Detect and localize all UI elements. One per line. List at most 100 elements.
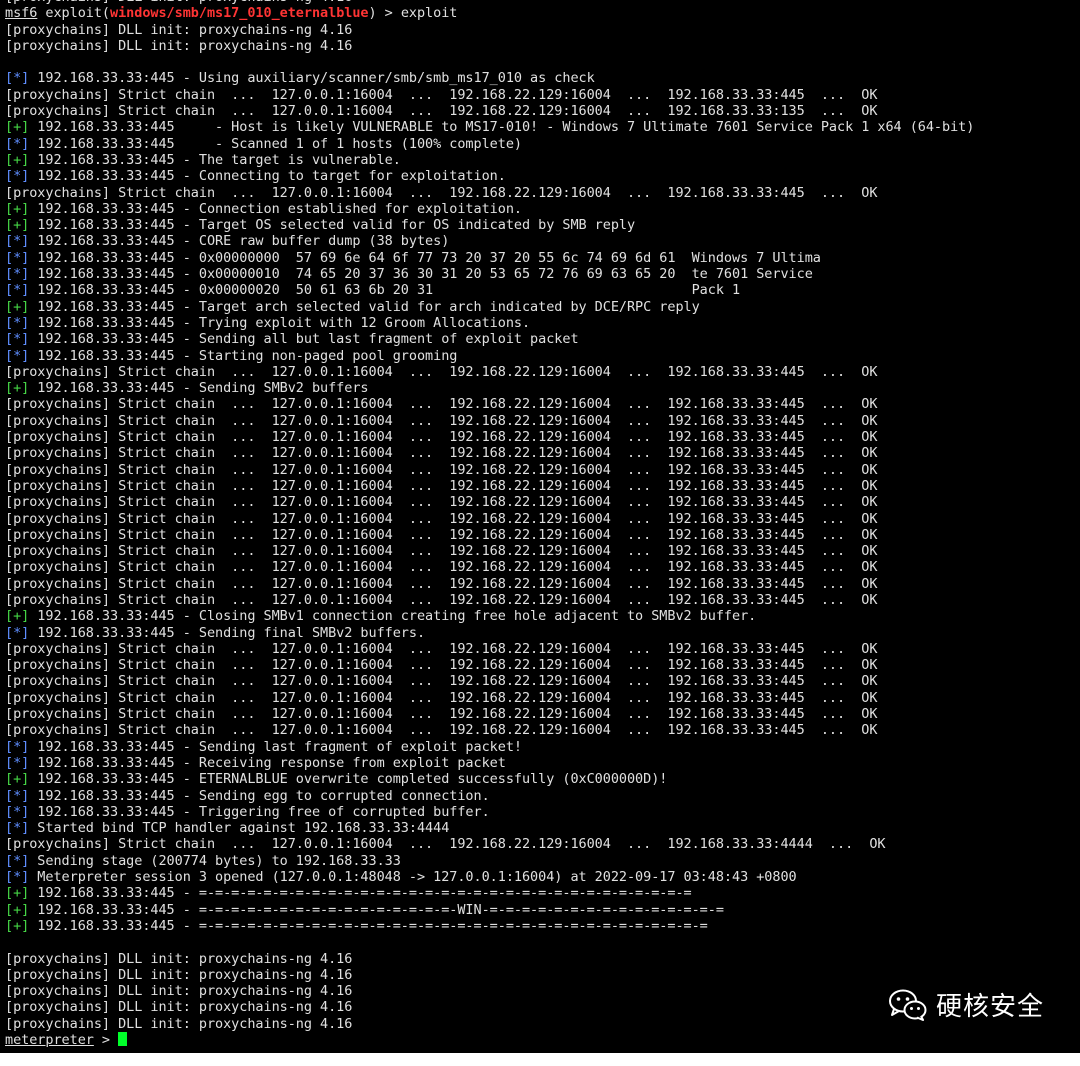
line-text: 192.168.33.33:445 - Connecting to target… — [29, 168, 506, 185]
line-text: 192.168.33.33:445 - Sending egg to corru… — [29, 787, 490, 804]
text-cursor[interactable] — [118, 1032, 128, 1046]
terminal-line: [proxychains] DLL init: proxychains-ng 4… — [5, 967, 1080, 983]
line-text: 192.168.33.33:445 - Sending last fragmen… — [29, 738, 522, 755]
watermark-text: 硬核安全 — [935, 992, 1044, 1022]
status-info-marker: [*] — [5, 820, 30, 837]
line-text: 192.168.33.33:445 - The target is vulner… — [29, 151, 401, 168]
line-text: 192.168.33.33:445 - Trying exploit with … — [29, 314, 531, 331]
status-info-marker: [*] — [5, 347, 30, 364]
terminal-line: [*] 192.168.33.33:445 - Trying exploit w… — [5, 315, 1080, 331]
status-info-marker: [*] — [5, 852, 30, 869]
status-good-marker: [+] — [5, 298, 30, 315]
line-text: Started bind TCP handler against 192.168… — [29, 820, 450, 837]
line-text: [proxychains] DLL init: proxychains-ng 4… — [5, 0, 352, 5]
terminal-line: [proxychains] Strict chain ... 127.0.0.1… — [5, 706, 1080, 722]
terminal-line: [proxychains] DLL init: proxychains-ng 4… — [5, 951, 1080, 967]
line-text: 192.168.33.33:445 - =-=-=-=-=-=-=-=-=-=-… — [29, 901, 724, 918]
terminal-line: [proxychains] Strict chain ... 127.0.0.1… — [5, 445, 1080, 461]
prompt-symbol: > — [93, 1032, 119, 1048]
status-good-marker: [+] — [5, 200, 30, 217]
terminal-line: [proxychains] Strict chain ... 127.0.0.1… — [5, 103, 1080, 119]
line-text: [proxychains] Strict chain ... 127.0.0.1… — [5, 543, 878, 560]
terminal-line: [*] Meterpreter session 3 opened (127.0.… — [5, 869, 1080, 885]
line-text: 192.168.33.33:445 - Sending final SMBv2 … — [29, 624, 426, 641]
line-text: 192.168.33.33:445 - ETERNALBLUE overwrit… — [29, 771, 668, 788]
line-text: [proxychains] Strict chain ... 127.0.0.1… — [5, 706, 878, 723]
terminal-line: [proxychains] Strict chain ... 127.0.0.1… — [5, 722, 1080, 738]
line-text: Sending stage (200774 bytes) to 192.168.… — [29, 852, 401, 869]
line-text: [proxychains] DLL init: proxychains-ng 4… — [5, 21, 353, 38]
line-text: [proxychains] Strict chain ... 127.0.0.1… — [5, 396, 878, 413]
terminal-line: [proxychains] Strict chain ... 127.0.0.1… — [5, 396, 1080, 412]
terminal-line: [proxychains] Strict chain ... 127.0.0.1… — [5, 527, 1080, 543]
status-info-marker: [*] — [5, 233, 30, 250]
prompt-line[interactable]: meterpreter > — [5, 1032, 1080, 1048]
status-good-marker: [+] — [5, 217, 30, 234]
terminal-line: [proxychains] Strict chain ... 127.0.0.1… — [5, 364, 1080, 380]
line-text: 192.168.33.33:445 - 0x00000010 74 65 20 … — [29, 266, 813, 283]
status-good-marker: [+] — [5, 885, 30, 902]
status-info-marker: [*] — [5, 249, 30, 266]
terminal-line: [proxychains] Strict chain ... 127.0.0.1… — [5, 559, 1080, 575]
line-text: [proxychains] Strict chain ... 127.0.0.1… — [5, 363, 878, 380]
terminal-line: [proxychains] Strict chain ... 127.0.0.1… — [5, 690, 1080, 706]
terminal-line: [proxychains] Strict chain ... 127.0.0.1… — [5, 185, 1080, 201]
status-info-marker: [*] — [5, 624, 30, 641]
status-info-marker: [*] — [5, 168, 30, 185]
line-text: [proxychains] Strict chain ... 127.0.0.1… — [5, 477, 878, 494]
terminal-line: [+] 192.168.33.33:445 - ETERNALBLUE over… — [5, 771, 1080, 787]
line-text: [proxychains] Strict chain ... 127.0.0.1… — [5, 494, 878, 511]
terminal-line: [proxychains] Strict chain ... 127.0.0.1… — [5, 543, 1080, 559]
status-good-marker: [+] — [5, 151, 30, 168]
line-text: 192.168.33.33:445 - Sending SMBv2 buffer… — [29, 380, 369, 397]
terminal-line: [+] 192.168.33.33:445 - Closing SMBv1 co… — [5, 608, 1080, 624]
terminal-line: [proxychains] Strict chain ... 127.0.0.1… — [5, 576, 1080, 592]
terminal-line: [*] 192.168.33.33:445 - 0x00000010 74 65… — [5, 266, 1080, 282]
line-text: [proxychains] Strict chain ... 127.0.0.1… — [5, 461, 878, 478]
line-text: [proxychains] DLL init: proxychains-ng 4… — [5, 983, 353, 1000]
terminal-line: [*] 192.168.33.33:445 - Connecting to ta… — [5, 168, 1080, 184]
terminal-line: [+] 192.168.33.33:445 - =-=-=-=-=-=-=-=-… — [5, 885, 1080, 901]
terminal-line: [proxychains] DLL init: proxychains-ng 4… — [5, 38, 1080, 54]
line-text: [proxychains] Strict chain ... 127.0.0.1… — [5, 412, 878, 429]
line-text: [proxychains] DLL init: proxychains-ng 4… — [5, 966, 353, 983]
line-text: [proxychains] Strict chain ... 127.0.0.1… — [5, 657, 878, 674]
line-text: [proxychains] Strict chain ... 127.0.0.1… — [5, 429, 878, 446]
status-info-marker: [*] — [5, 282, 30, 299]
line-text: [proxychains] DLL init: proxychains-ng 4… — [5, 999, 353, 1016]
terminal-line: [+] 192.168.33.33:445 - The target is vu… — [5, 152, 1080, 168]
watermark: 硬核安全 — [888, 986, 1044, 1023]
terminal-line: [*] 192.168.33.33:445 - Sending last fra… — [5, 739, 1080, 755]
terminal-line: [*] 192.168.33.33:445 - Sending all but … — [5, 331, 1080, 347]
line-text: 192.168.33.33:445 - Target OS selected v… — [29, 217, 636, 234]
terminal-line: [+] 192.168.33.33:445 - Target arch sele… — [5, 299, 1080, 315]
line-text: 192.168.33.33:445 - Scanned 1 of 1 hosts… — [29, 135, 522, 152]
terminal-line: [+] 192.168.33.33:445 - Sending SMBv2 bu… — [5, 380, 1080, 396]
exploit-module-name: windows/smb/ms17_010_eternalblue — [110, 5, 369, 22]
terminal-window[interactable]: [proxychains] DLL init: proxychains-ng 4… — [0, 0, 1080, 1053]
terminal-line: [*] 192.168.33.33:445 - Triggering free … — [5, 804, 1080, 820]
terminal-line: [*] 192.168.33.33:445 - Sending final SM… — [5, 625, 1080, 641]
line-text: [proxychains] Strict chain ... 127.0.0.1… — [5, 445, 878, 462]
terminal-line: [*] 192.168.33.33:445 - Sending egg to c… — [5, 788, 1080, 804]
line-text: [proxychains] Strict chain ... 127.0.0.1… — [5, 103, 878, 120]
status-good-marker: [+] — [5, 380, 30, 397]
terminal-line: [+] 192.168.33.33:445 - Host is likely V… — [5, 119, 1080, 135]
line-text: [proxychains] Strict chain ... 127.0.0.1… — [5, 640, 878, 657]
status-info-marker: [*] — [5, 135, 30, 152]
terminal-line: [*] 192.168.33.33:445 - Scanned 1 of 1 h… — [5, 136, 1080, 152]
line-text: 192.168.33.33:445 - Connection establish… — [29, 200, 522, 217]
terminal-line: [proxychains] Strict chain ... 127.0.0.1… — [5, 87, 1080, 103]
terminal-line: [*] Sending stage (200774 bytes) to 192.… — [5, 853, 1080, 869]
line-text: 192.168.33.33:445 - Sending all but last… — [29, 331, 579, 348]
terminal-line: [+] 192.168.33.33:445 - =-=-=-=-=-=-=-=-… — [5, 918, 1080, 934]
terminal-line: [proxychains] Strict chain ... 127.0.0.1… — [5, 478, 1080, 494]
line-text: [proxychains] Strict chain ... 127.0.0.1… — [5, 722, 878, 739]
status-info-marker: [*] — [5, 70, 30, 87]
terminal-line: [proxychains] Strict chain ... 127.0.0.1… — [5, 657, 1080, 673]
line-text: Meterpreter session 3 opened (127.0.0.1:… — [29, 869, 797, 886]
prompt-label: meterpreter — [5, 1032, 94, 1048]
line-text: 192.168.33.33:445 - =-=-=-=-=-=-=-=-=-=-… — [29, 885, 692, 902]
line-text: 192.168.33.33:445 - =-=-=-=-=-=-=-=-=-=-… — [29, 917, 708, 934]
